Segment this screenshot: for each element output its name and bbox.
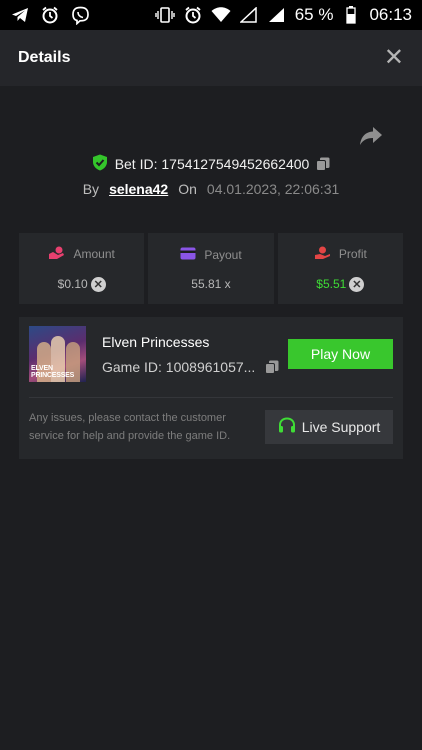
- game-card: ELVEN PRINCESSES Elven Princesses Game I…: [19, 317, 403, 459]
- username-link[interactable]: selena42: [109, 181, 168, 197]
- alarm-icon: [183, 5, 203, 25]
- game-name: Elven Princesses: [102, 334, 210, 350]
- profit-label: Profit: [338, 247, 367, 261]
- clock: 06:13: [369, 5, 412, 24]
- game-thumbnail[interactable]: ELVEN PRINCESSES: [29, 326, 86, 382]
- telegram-icon: [10, 5, 30, 25]
- wifi-icon: [211, 5, 231, 25]
- by-label: By: [82, 181, 100, 197]
- payout-stat: Payout 55.81 x: [148, 233, 274, 304]
- details-header: Details ✕: [0, 30, 422, 86]
- bet-id-row: Bet ID: 1754127549452662400: [0, 154, 422, 174]
- battery-level: 65 %: [294, 5, 334, 24]
- amount-icon: [48, 246, 65, 263]
- shield-check-icon: [92, 154, 108, 174]
- payout-label: Payout: [204, 247, 242, 262]
- game-id-row: Game ID: 1008961057...: [102, 359, 279, 375]
- currency-coin-icon: ✕: [349, 276, 365, 292]
- status-bar: 65 % 06:13: [0, 0, 422, 30]
- thumb-caption-bottom: PRINCESSES: [31, 372, 75, 379]
- profit-value: $5.51: [316, 277, 347, 291]
- profit-icon: [314, 246, 331, 263]
- viber-icon: [70, 5, 90, 25]
- alarm-icon: [40, 5, 60, 25]
- close-icon[interactable]: ✕: [384, 46, 404, 70]
- payout-value: 55.81 x: [191, 276, 231, 291]
- stats-row: Amount $0.10 ✕ Payout 55.81 x Profit $5.…: [19, 233, 403, 304]
- copy-icon[interactable]: [316, 157, 330, 171]
- bet-id: Bet ID: 1754127549452662400: [114, 156, 310, 172]
- amount-value: $0.10: [57, 277, 88, 291]
- on-label: On: [178, 181, 197, 197]
- amount-label: Amount: [73, 247, 115, 261]
- page-title: Details: [18, 49, 71, 66]
- currency-coin-icon: ✕: [90, 276, 106, 292]
- amount-stat: Amount $0.10 ✕: [19, 233, 145, 304]
- signal-icon: [267, 5, 287, 25]
- divider: [29, 397, 393, 398]
- signal-icon: [239, 5, 259, 25]
- copy-icon[interactable]: [265, 360, 279, 374]
- live-support-label: Live Support: [301, 419, 381, 435]
- vibrate-icon: [155, 5, 175, 25]
- card-icon: [180, 247, 196, 263]
- share-icon[interactable]: [358, 124, 384, 148]
- game-id: Game ID: 1008961057...: [102, 359, 256, 375]
- headset-icon: [278, 417, 296, 437]
- bet-meta-row: By selena42 On 04.01.2023, 22:06:31: [0, 181, 422, 197]
- play-now-button[interactable]: Play Now: [288, 339, 393, 369]
- thumb-caption-top: ELVEN: [31, 365, 53, 372]
- bet-date: 04.01.2023, 22:06:31: [206, 181, 340, 197]
- battery-icon: [341, 5, 361, 25]
- profit-stat: Profit $5.51 ✕: [277, 233, 403, 304]
- live-support-button[interactable]: Live Support: [265, 410, 393, 444]
- support-note: Any issues, please contact the customer …: [29, 412, 231, 442]
